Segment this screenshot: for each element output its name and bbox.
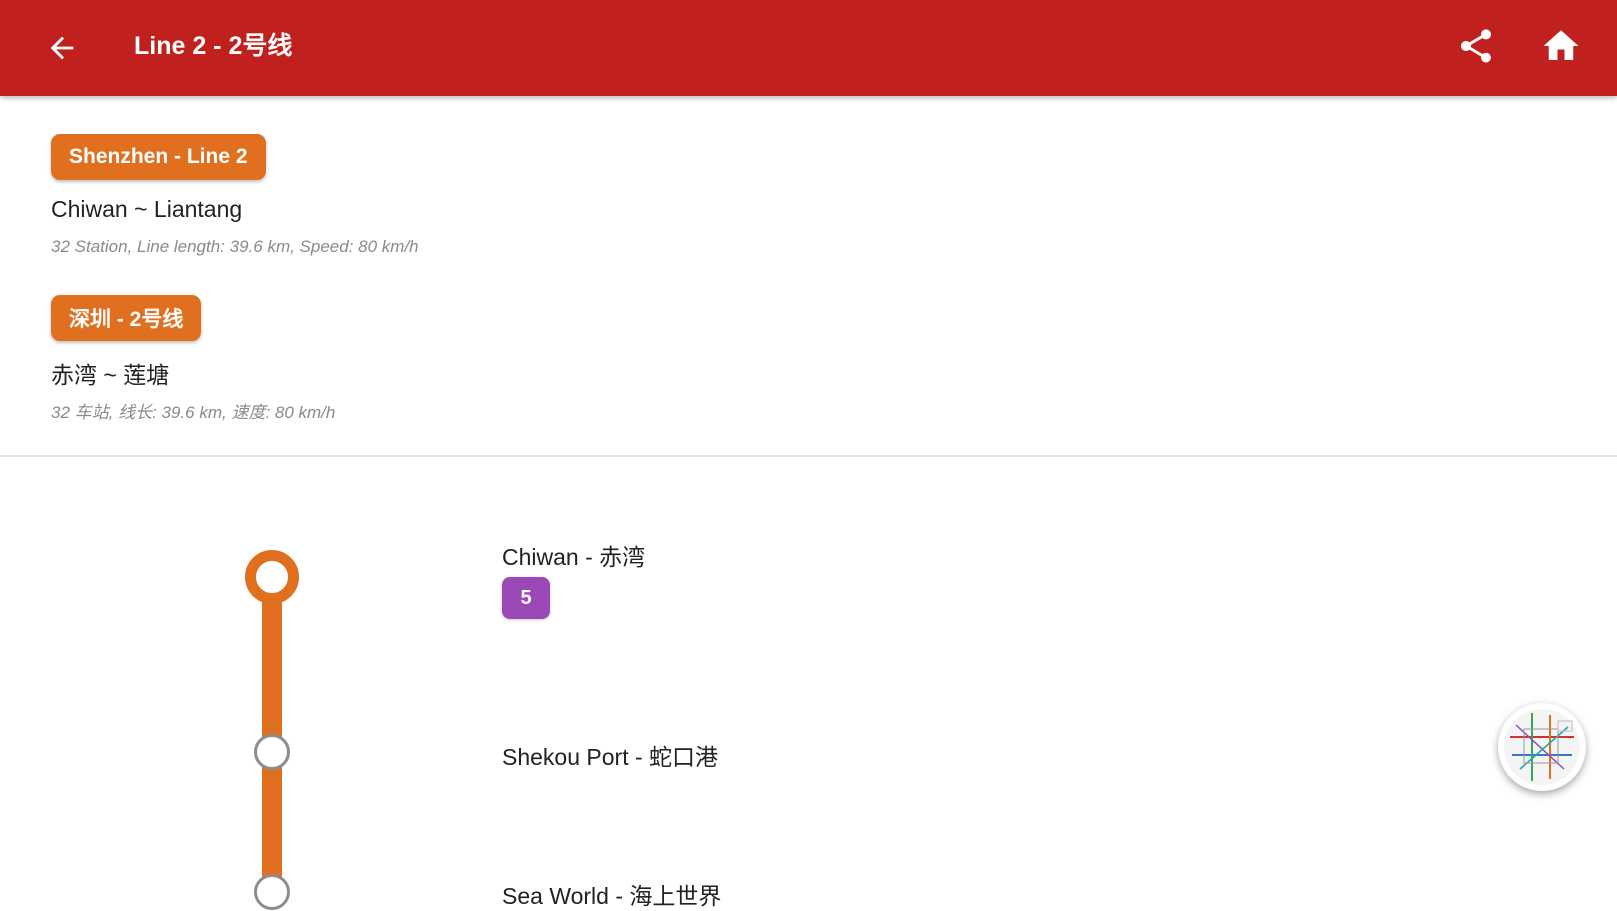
page-title: Line 2 - 2号线 [134, 32, 293, 60]
metro-map-button[interactable] [1498, 703, 1586, 791]
line-info: Shenzhen - Line 2 Chiwan ~ Liantang 32 S… [0, 96, 1617, 456]
metro-map-icon [1504, 709, 1580, 785]
line-meta-en: 32 Station, Line length: 39.6 km, Speed:… [51, 237, 419, 256]
terminal-stop-marker [245, 550, 299, 604]
station-name[interactable]: Chiwan - 赤湾 [502, 538, 645, 572]
arrow-back-icon [50, 36, 74, 60]
transfer-badge-line-5[interactable]: 5 [502, 577, 550, 619]
stop-marker [254, 734, 290, 770]
back-button[interactable] [36, 22, 88, 74]
line-route-zh: 赤湾 ~ 莲塘 [51, 362, 170, 388]
stop-marker [254, 874, 290, 910]
share-icon [1461, 29, 1491, 63]
share-button[interactable] [1450, 20, 1502, 72]
station-name[interactable]: Sea World - 海上世界 [502, 877, 721, 911]
line-route-en: Chiwan ~ Liantang [51, 196, 243, 222]
line-badge-zh: 深圳 - 2号线 [51, 295, 202, 341]
home-button[interactable] [1535, 20, 1587, 72]
app-bar: Line 2 - 2号线 [0, 0, 1617, 96]
section-divider [0, 455, 1617, 457]
line-meta-zh: 32 车站, 线长: 39.6 km, 速度: 80 km/h [51, 403, 336, 422]
station-name[interactable]: Shekou Port - 蛇口港 [502, 738, 718, 772]
line-badge-en: Shenzhen - Line 2 [51, 134, 266, 180]
home-icon [1543, 30, 1579, 60]
